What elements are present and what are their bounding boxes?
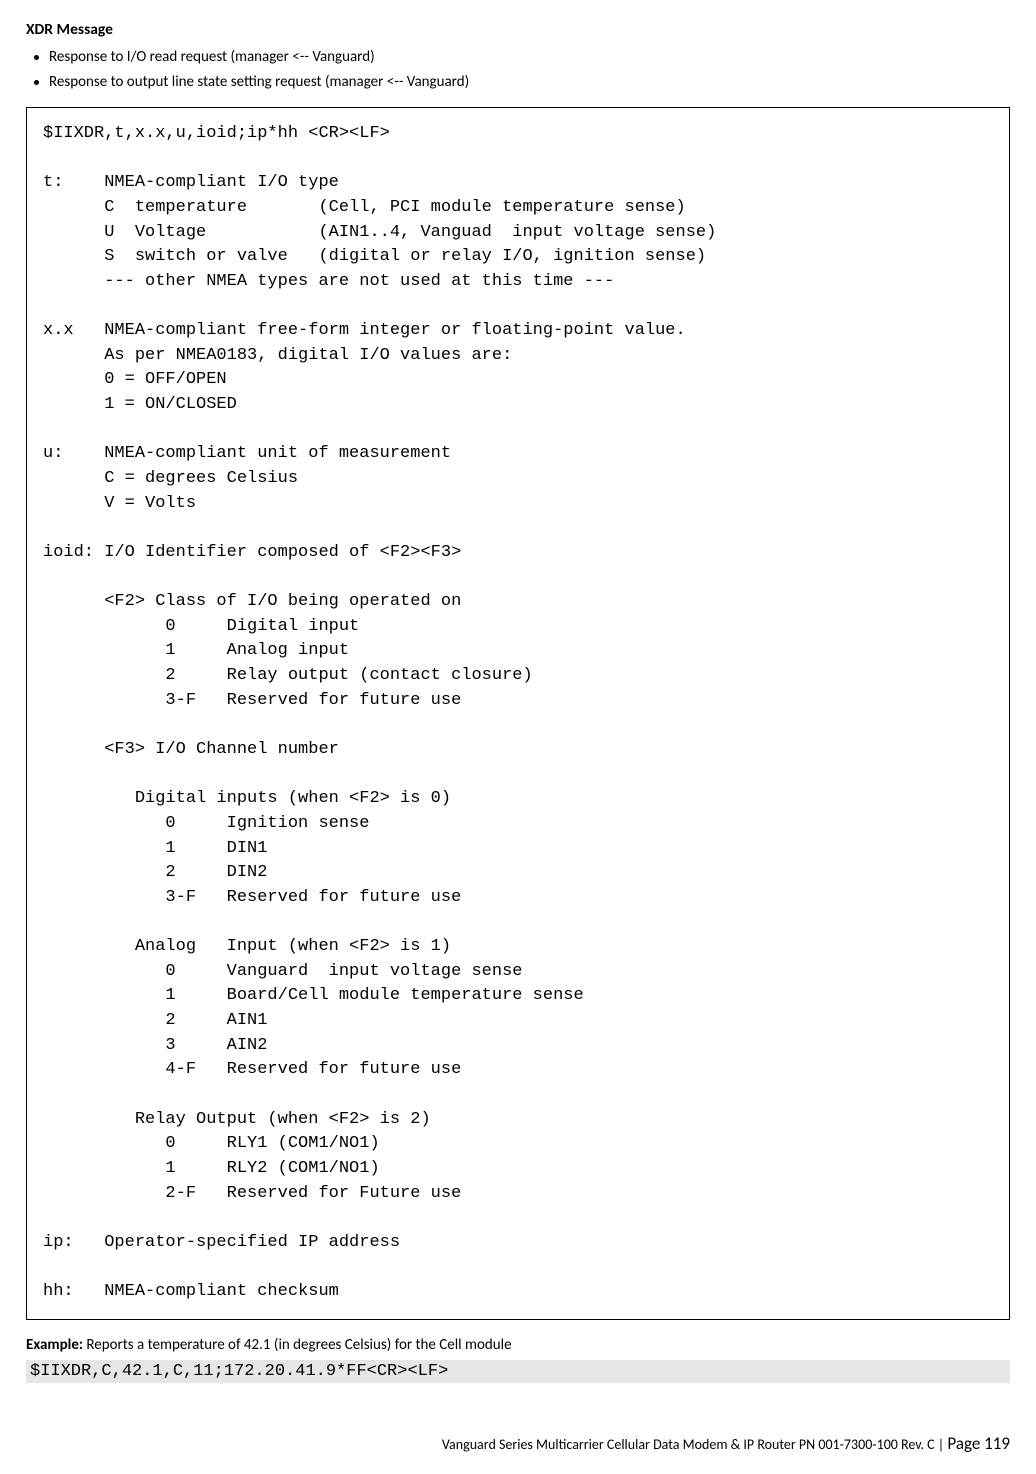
bullet-icon bbox=[34, 55, 39, 60]
bullet-list: Response to I/O read request (manager <-… bbox=[26, 47, 1010, 93]
bullet-item: Response to I/O read request (manager <-… bbox=[34, 47, 1010, 68]
bullet-text: Response to output line state setting re… bbox=[49, 72, 469, 93]
footer-doc-title: Vanguard Series Multicarrier Cellular Da… bbox=[442, 1436, 935, 1453]
footer-separator: | bbox=[935, 1436, 948, 1453]
section-heading: XDR Message bbox=[26, 20, 1010, 39]
bullet-item: Response to output line state setting re… bbox=[34, 72, 1010, 93]
example-code: $IIXDR,C,42.1,C,11;172.20.41.9*FF<CR><LF… bbox=[26, 1360, 1010, 1383]
example-label: Example: bbox=[26, 1336, 83, 1354]
bullet-icon bbox=[34, 80, 39, 85]
example-text: Reports a temperature of 42.1 (in degree… bbox=[83, 1336, 512, 1354]
bullet-text: Response to I/O read request (manager <-… bbox=[49, 47, 375, 68]
footer-page-number: Page 119 bbox=[947, 1433, 1010, 1454]
message-format-box: $IIXDR,t,x.x,u,ioid;ip*hh <CR><LF> t: NM… bbox=[26, 107, 1010, 1320]
example-description: Example: Reports a temperature of 42.1 (… bbox=[26, 1336, 1010, 1354]
page-footer: Vanguard Series Multicarrier Cellular Da… bbox=[26, 1433, 1010, 1454]
